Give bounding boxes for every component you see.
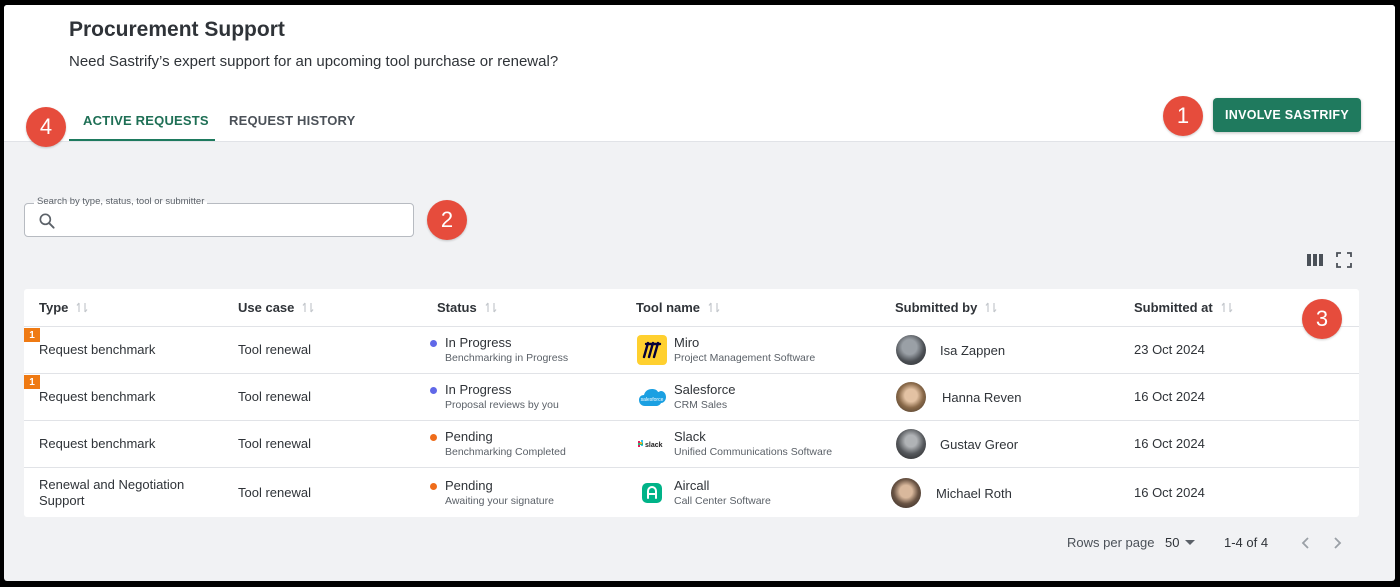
status-cell: In Progress Benchmarking in Progress [445, 335, 568, 364]
search-label: Search by type, status, tool or submitte… [34, 196, 208, 207]
use-case-cell: Tool renewal [238, 342, 311, 357]
app-window: Procurement Support Need Sastrify’s expe… [4, 5, 1395, 581]
involve-sastrify-button[interactable]: INVOLVE SASTRIFY [1213, 98, 1361, 132]
svg-text:slack: slack [645, 442, 663, 449]
chevron-right-icon[interactable] [1332, 536, 1342, 550]
table-row[interactable]: Renewal and Negotiation Support Tool ren… [24, 468, 1359, 517]
tab-active-requests[interactable]: ACTIVE REQUESTS [83, 113, 209, 141]
fullscreen-icon[interactable] [1335, 251, 1353, 269]
page-header: Procurement Support Need Sastrify’s expe… [4, 5, 1395, 147]
type-cell: Renewal and Negotiation Support [39, 477, 185, 508]
columns-icon[interactable] [1306, 251, 1324, 269]
sort-icon [76, 302, 88, 313]
status-label: Pending [445, 429, 493, 444]
sort-icon [302, 302, 314, 313]
page-title: Procurement Support [69, 18, 285, 41]
tool-category: Call Center Software [674, 495, 771, 507]
submitter-name: Hanna Reven [942, 390, 1022, 405]
status-cell: In Progress Proposal reviews by you [445, 382, 559, 411]
submitter-name: Gustav Greor [940, 437, 1019, 452]
avatar [896, 429, 926, 459]
column-header-submitted-at[interactable]: Submitted at [1134, 300, 1233, 315]
pagination-range: 1-4 of 4 [1224, 535, 1269, 550]
tool-category: Unified Communications Software [674, 446, 833, 458]
sort-icon [708, 302, 720, 313]
submitter-name: Isa Zappen [940, 343, 1006, 358]
caret-down-icon [1185, 539, 1196, 545]
column-header-type[interactable]: Type [39, 300, 88, 315]
avatar [891, 478, 921, 508]
rows-per-page-value: 50 [1165, 535, 1180, 550]
tool-category: Project Management Software [674, 352, 816, 364]
sort-icon [985, 302, 997, 313]
submitted-at-cell: 16 Oct 2024 [1134, 485, 1205, 500]
sort-icon [1221, 302, 1233, 313]
status-detail: Benchmarking in Progress [445, 352, 569, 364]
use-case-cell: Tool renewal [238, 389, 311, 404]
page-subtitle: Need Sastrify’s expert support for an up… [69, 53, 559, 70]
avatar [896, 382, 926, 412]
status-dot [430, 434, 437, 441]
tool-name: Slack [674, 429, 706, 444]
submitter-name: Michael Roth [936, 486, 1012, 501]
type-cell: Request benchmark [39, 389, 156, 404]
column-header-submitted-by[interactable]: Submitted by [895, 300, 997, 315]
unread-badge: 1 [24, 328, 40, 342]
requests-table: Type Use case Status Tool name Submitted… [24, 289, 1359, 517]
annotation-marker-4: 4 [26, 107, 66, 147]
use-case-cell: Tool renewal [238, 485, 311, 500]
tool-cell[interactable]: Slack Unified Communications Software [674, 429, 832, 458]
status-cell: Pending Benchmarking Completed [445, 429, 566, 458]
submitted-at-cell: 16 Oct 2024 [1134, 436, 1205, 451]
search-input[interactable] [65, 210, 405, 232]
status-dot [430, 340, 437, 347]
tool-name: Aircall [674, 478, 710, 493]
rows-per-page-select[interactable]: 50 [1165, 535, 1196, 550]
rows-per-page-label: Rows per page [1067, 535, 1155, 550]
status-detail: Benchmarking Completed [445, 446, 566, 458]
table-row[interactable]: 1 Request benchmark Tool renewal In Prog… [24, 327, 1359, 374]
miro-logo-icon [637, 335, 667, 365]
status-detail: Awaiting your signature [445, 495, 554, 507]
sort-icon [485, 302, 497, 313]
status-dot [430, 483, 437, 490]
annotation-marker-2: 2 [427, 200, 467, 240]
avatar [896, 335, 926, 365]
column-header-status[interactable]: Status [437, 300, 497, 315]
column-header-use-case[interactable]: Use case [238, 300, 314, 315]
use-case-cell: Tool renewal [238, 436, 311, 451]
table-header: Type Use case Status Tool name Submitted… [24, 289, 1359, 327]
table-row[interactable]: Request benchmark Tool renewal Pending B… [24, 421, 1359, 468]
svg-text:salesforce: salesforce [641, 397, 664, 403]
tool-cell[interactable]: Salesforce CRM Sales [674, 382, 735, 411]
status-detail: Proposal reviews by you [445, 399, 559, 411]
type-cell: Request benchmark [39, 342, 156, 357]
status-label: Pending [445, 478, 493, 493]
submitted-at-cell: 16 Oct 2024 [1134, 389, 1205, 404]
annotation-marker-1: 1 [1163, 96, 1203, 136]
annotation-marker-3: 3 [1302, 299, 1342, 339]
chevron-left-icon[interactable] [1301, 536, 1311, 550]
active-tab-indicator [69, 139, 215, 141]
column-header-tool-name[interactable]: Tool name [636, 300, 720, 315]
aircall-logo-icon [637, 478, 667, 508]
tool-cell[interactable]: Aircall Call Center Software [674, 478, 771, 507]
submitted-at-cell: 23 Oct 2024 [1134, 342, 1205, 357]
unread-badge: 1 [24, 375, 40, 389]
tool-cell[interactable]: Miro Project Management Software [674, 335, 815, 364]
tab-request-history[interactable]: REQUEST HISTORY [229, 113, 356, 141]
search-icon [39, 213, 55, 229]
status-cell: Pending Awaiting your signature [445, 478, 554, 507]
type-cell: Request benchmark [39, 436, 156, 451]
status-label: In Progress [445, 335, 512, 350]
status-dot [430, 387, 437, 394]
table-row[interactable]: 1 Request benchmark Tool renewal In Prog… [24, 374, 1359, 421]
search-field[interactable] [24, 203, 414, 237]
status-label: In Progress [445, 382, 512, 397]
slack-logo-icon: slack [637, 429, 667, 459]
tool-category: CRM Sales [674, 399, 728, 411]
tool-name: Miro [674, 335, 700, 350]
tool-name: Salesforce [674, 382, 736, 397]
salesforce-logo-icon: salesforce [637, 382, 667, 412]
